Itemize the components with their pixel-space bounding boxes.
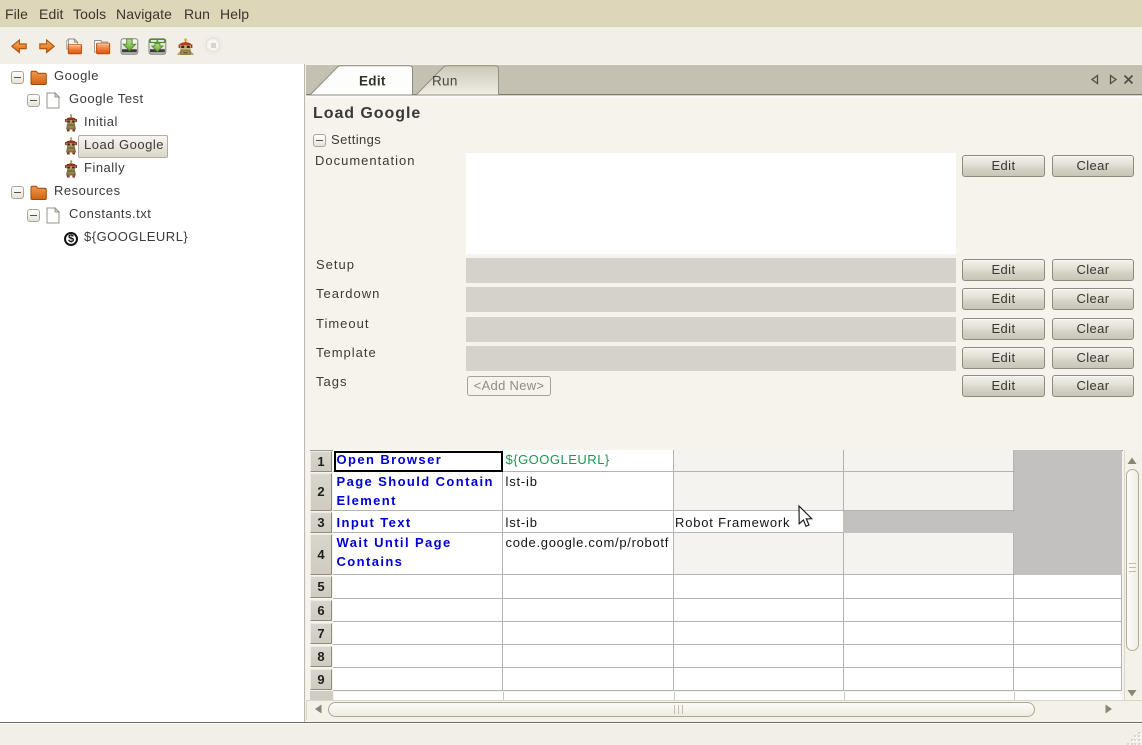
svg-text:Run: Run xyxy=(432,74,458,89)
svg-text:Edit: Edit xyxy=(359,74,386,89)
